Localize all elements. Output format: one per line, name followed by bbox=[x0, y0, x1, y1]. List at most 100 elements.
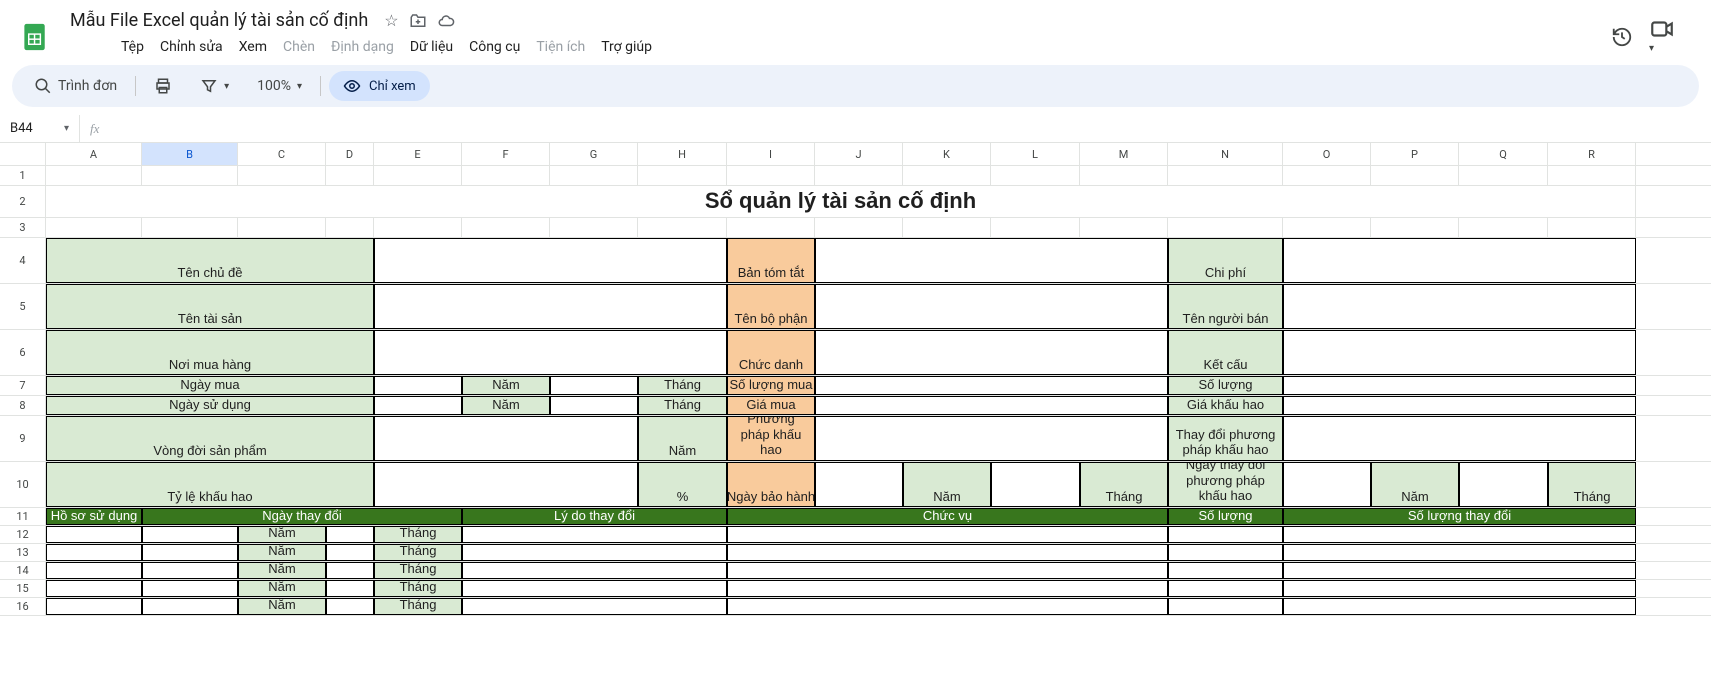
col-header-I[interactable]: I bbox=[727, 143, 815, 165]
cell[interactable] bbox=[326, 166, 374, 185]
label-depr-method[interactable]: Phương pháp khấu hao bbox=[727, 416, 815, 461]
col-header-H[interactable]: H bbox=[638, 143, 727, 165]
cell[interactable] bbox=[1283, 580, 1636, 597]
col-header-L[interactable]: L bbox=[991, 143, 1080, 165]
hdr-usage-record[interactable]: Hồ sơ sử dụng bbox=[46, 508, 142, 525]
cell[interactable]: Năm bbox=[1371, 462, 1459, 507]
cell[interactable] bbox=[1283, 462, 1371, 507]
meet-icon[interactable]: ▾ bbox=[1649, 16, 1675, 57]
cell-year[interactable]: Năm bbox=[238, 580, 326, 597]
col-header-D[interactable]: D bbox=[326, 143, 374, 165]
cell[interactable] bbox=[462, 562, 727, 579]
cell[interactable] bbox=[550, 396, 638, 415]
menu-xem[interactable]: Xem bbox=[232, 35, 274, 59]
cell[interactable] bbox=[46, 526, 142, 543]
col-header-F[interactable]: F bbox=[462, 143, 550, 165]
col-header-J[interactable]: J bbox=[815, 143, 903, 165]
cell[interactable] bbox=[142, 544, 238, 561]
cell[interactable] bbox=[1283, 218, 1371, 237]
hdr-qty-change[interactable]: Số lượng thay đổi bbox=[1283, 508, 1636, 525]
cell[interactable] bbox=[142, 166, 238, 185]
row-header-3[interactable]: 3 bbox=[0, 218, 46, 237]
cell[interactable] bbox=[142, 580, 238, 597]
cell[interactable] bbox=[815, 376, 1168, 395]
cell[interactable] bbox=[46, 598, 142, 615]
label-subject[interactable]: Tên chủ đề bbox=[46, 238, 374, 283]
cell[interactable] bbox=[46, 218, 142, 237]
label-structure[interactable]: Kết cấu bbox=[1168, 330, 1283, 375]
cell[interactable] bbox=[1283, 376, 1636, 395]
cell[interactable] bbox=[815, 396, 1168, 415]
cell[interactable] bbox=[142, 562, 238, 579]
cell-month[interactable]: Tháng bbox=[374, 544, 462, 561]
row-header-8[interactable]: 8 bbox=[0, 396, 46, 415]
cell[interactable] bbox=[991, 462, 1080, 507]
cell-month[interactable]: Tháng bbox=[374, 598, 462, 615]
select-all-corner[interactable] bbox=[0, 143, 46, 165]
cell[interactable] bbox=[727, 544, 1168, 561]
cell[interactable] bbox=[638, 218, 727, 237]
cell[interactable]: Tháng bbox=[638, 396, 727, 415]
menu-chèn[interactable]: Chèn bbox=[276, 35, 322, 59]
star-icon[interactable]: ☆ bbox=[384, 11, 398, 30]
row-header-4[interactable]: 4 bbox=[0, 238, 46, 283]
cell[interactable] bbox=[815, 462, 903, 507]
cell[interactable] bbox=[1459, 166, 1548, 185]
cell[interactable] bbox=[727, 218, 815, 237]
label-purchase-date[interactable]: Ngày mua bbox=[46, 376, 374, 395]
col-header-E[interactable]: E bbox=[374, 143, 462, 165]
cell[interactable] bbox=[46, 562, 142, 579]
cell[interactable] bbox=[1080, 166, 1168, 185]
cell[interactable] bbox=[815, 416, 1168, 461]
cell[interactable] bbox=[238, 218, 326, 237]
cell[interactable] bbox=[46, 166, 142, 185]
cell[interactable] bbox=[374, 218, 462, 237]
row-header-6[interactable]: 6 bbox=[0, 330, 46, 375]
cell[interactable] bbox=[46, 580, 142, 597]
cell[interactable]: Năm bbox=[462, 396, 550, 415]
cell[interactable] bbox=[1283, 396, 1636, 415]
cell[interactable] bbox=[374, 376, 462, 395]
cell[interactable] bbox=[1283, 416, 1636, 461]
cell[interactable] bbox=[326, 526, 374, 543]
cell[interactable] bbox=[462, 580, 727, 597]
row-header-15[interactable]: 15 bbox=[0, 580, 46, 597]
cell[interactable] bbox=[326, 598, 374, 615]
cell[interactable] bbox=[238, 166, 326, 185]
cell[interactable] bbox=[1371, 218, 1459, 237]
cell[interactable] bbox=[1283, 330, 1636, 375]
col-header-P[interactable]: P bbox=[1371, 143, 1459, 165]
cell[interactable] bbox=[374, 166, 462, 185]
cell[interactable] bbox=[326, 580, 374, 597]
cell[interactable] bbox=[638, 166, 727, 185]
cell[interactable] bbox=[374, 284, 727, 329]
col-header-C[interactable]: C bbox=[238, 143, 326, 165]
row-header-5[interactable]: 5 bbox=[0, 284, 46, 329]
cell-month[interactable]: Tháng bbox=[374, 526, 462, 543]
cell[interactable] bbox=[142, 598, 238, 615]
cell-year[interactable]: Năm bbox=[238, 526, 326, 543]
label-depr-price[interactable]: Giá khấu hao bbox=[1168, 396, 1283, 415]
hdr-role[interactable]: Chức vụ bbox=[727, 508, 1168, 525]
cell[interactable] bbox=[550, 218, 638, 237]
col-header-B[interactable]: B bbox=[142, 143, 238, 165]
label-cost[interactable]: Chi phí bbox=[1168, 238, 1283, 283]
cell[interactable] bbox=[326, 544, 374, 561]
col-header-Q[interactable]: Q bbox=[1459, 143, 1548, 165]
cell[interactable] bbox=[815, 166, 903, 185]
label-asset-name[interactable]: Tên tài sản bbox=[46, 284, 374, 329]
cell[interactable] bbox=[727, 598, 1168, 615]
cell[interactable] bbox=[1283, 526, 1636, 543]
cell[interactable] bbox=[903, 166, 991, 185]
label-summary[interactable]: Bản tóm tắt bbox=[727, 238, 815, 283]
label-department[interactable]: Tên bộ phận bbox=[727, 284, 815, 329]
cell[interactable]: Tháng bbox=[638, 376, 727, 395]
cell[interactable] bbox=[374, 416, 638, 461]
sheets-logo[interactable] bbox=[16, 17, 56, 57]
cell[interactable] bbox=[1459, 218, 1548, 237]
row-header-11[interactable]: 11 bbox=[0, 508, 46, 525]
cell[interactable]: % bbox=[638, 462, 727, 507]
col-header-M[interactable]: M bbox=[1080, 143, 1168, 165]
cell[interactable] bbox=[1080, 218, 1168, 237]
row-header-1[interactable]: 1 bbox=[0, 166, 46, 185]
